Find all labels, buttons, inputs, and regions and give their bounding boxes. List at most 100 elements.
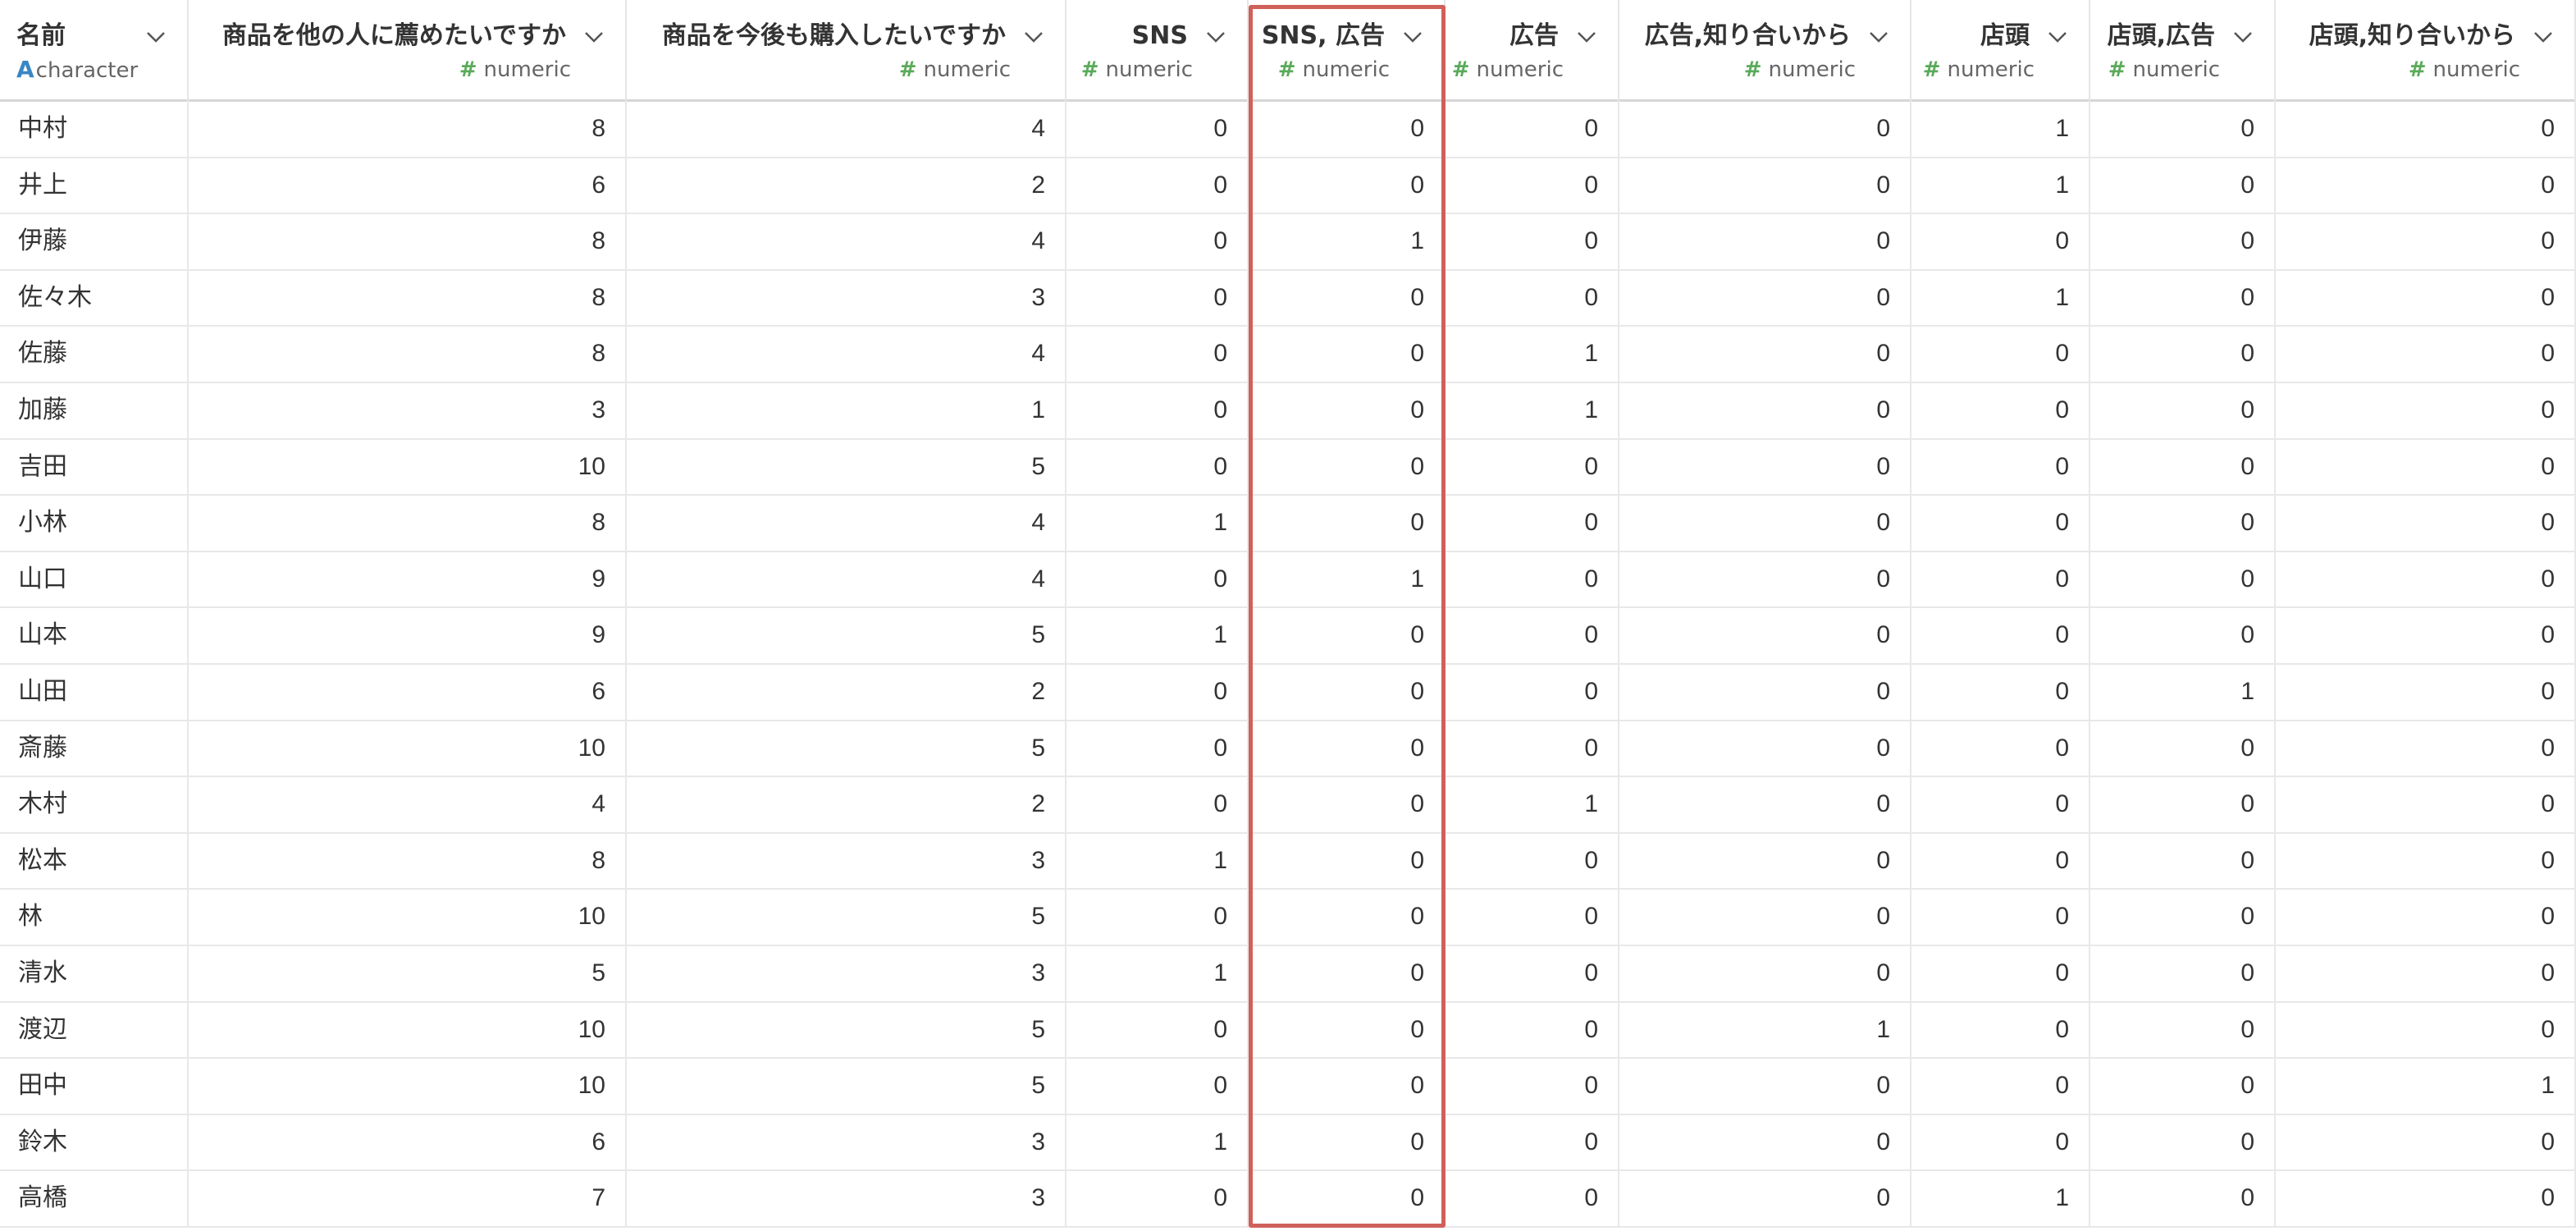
- value-cell[interactable]: 0: [1066, 777, 1249, 832]
- value-cell[interactable]: 0: [1066, 664, 1249, 720]
- value-cell[interactable]: 0: [1619, 1171, 1911, 1226]
- value-cell[interactable]: 1: [2276, 1059, 2576, 1114]
- value-cell[interactable]: 0: [2276, 721, 2576, 776]
- value-cell[interactable]: 0: [2090, 721, 2276, 776]
- value-cell[interactable]: 0: [1446, 1114, 1619, 1170]
- table-row[interactable]: 林 10 5 0 0 0 0 0 0 0: [0, 890, 2576, 946]
- value-cell[interactable]: 1: [1446, 382, 1619, 438]
- value-cell[interactable]: 10: [189, 721, 627, 776]
- name-cell[interactable]: 吉田: [0, 439, 189, 495]
- column-header-0[interactable]: 名前 Acharacter: [0, 0, 189, 102]
- value-cell[interactable]: 3: [627, 270, 1066, 326]
- value-cell[interactable]: 0: [1619, 270, 1911, 326]
- value-cell[interactable]: 0: [2090, 777, 2276, 832]
- value-cell[interactable]: 0: [2276, 214, 2576, 269]
- value-cell[interactable]: 0: [1619, 551, 1911, 607]
- value-cell[interactable]: 0: [1446, 1059, 1619, 1114]
- name-cell[interactable]: 佐藤: [0, 327, 189, 382]
- value-cell[interactable]: 0: [2276, 327, 2576, 382]
- value-cell[interactable]: 0: [1446, 496, 1619, 551]
- value-cell[interactable]: 0: [2090, 1171, 2276, 1226]
- chevron-down-icon[interactable]: [1017, 25, 1050, 49]
- value-cell[interactable]: 4: [189, 777, 627, 832]
- value-cell[interactable]: 5: [627, 1002, 1066, 1058]
- value-cell[interactable]: 0: [2276, 664, 2576, 720]
- value-cell[interactable]: 5: [627, 608, 1066, 663]
- value-cell[interactable]: 0: [2276, 1114, 2576, 1170]
- value-cell[interactable]: 0: [2090, 382, 2276, 438]
- value-cell[interactable]: 0: [2276, 1002, 2576, 1058]
- table-row[interactable]: 鈴木 6 3 1 0 0 0 0 0 0: [0, 1114, 2576, 1172]
- value-cell[interactable]: 0: [1619, 608, 1911, 663]
- value-cell[interactable]: 0: [1911, 496, 2090, 551]
- value-cell[interactable]: 0: [1619, 382, 1911, 438]
- value-cell[interactable]: 0: [1446, 608, 1619, 663]
- value-cell[interactable]: 0: [2090, 439, 2276, 495]
- name-cell[interactable]: 木村: [0, 777, 189, 832]
- value-cell[interactable]: 0: [1249, 1002, 1446, 1058]
- value-cell[interactable]: 1: [1446, 327, 1619, 382]
- value-cell[interactable]: 3: [627, 1114, 1066, 1170]
- value-cell[interactable]: 0: [2090, 214, 2276, 269]
- value-cell[interactable]: 1: [1911, 158, 2090, 213]
- value-cell[interactable]: 0: [1619, 777, 1911, 832]
- name-cell[interactable]: 渡辺: [0, 1002, 189, 1058]
- value-cell[interactable]: 1: [1911, 102, 2090, 157]
- value-cell[interactable]: 0: [1911, 664, 2090, 720]
- column-header-8[interactable]: 店頭,広告 # numeric: [2090, 0, 2276, 102]
- value-cell[interactable]: 0: [1249, 608, 1446, 663]
- name-cell[interactable]: 山本: [0, 608, 189, 663]
- table-row[interactable]: 佐藤 8 4 0 0 1 0 0 0 0: [0, 327, 2576, 383]
- table-row[interactable]: 吉田 10 5 0 0 0 0 0 0 0: [0, 439, 2576, 497]
- name-cell[interactable]: 田中: [0, 1059, 189, 1114]
- value-cell[interactable]: 1: [1911, 270, 2090, 326]
- value-cell[interactable]: 1: [1066, 945, 1249, 1001]
- value-cell[interactable]: 0: [1619, 721, 1911, 776]
- value-cell[interactable]: 1: [627, 382, 1066, 438]
- name-cell[interactable]: 高橋: [0, 1171, 189, 1226]
- chevron-down-icon[interactable]: [1199, 25, 1232, 49]
- value-cell[interactable]: 0: [1249, 945, 1446, 1001]
- value-cell[interactable]: 0: [2276, 496, 2576, 551]
- value-cell[interactable]: 5: [627, 721, 1066, 776]
- value-cell[interactable]: 0: [1911, 327, 2090, 382]
- value-cell[interactable]: 0: [1249, 833, 1446, 889]
- value-cell[interactable]: 4: [627, 102, 1066, 157]
- value-cell[interactable]: 0: [1249, 496, 1446, 551]
- value-cell[interactable]: 5: [627, 890, 1066, 945]
- value-cell[interactable]: 0: [1066, 439, 1249, 495]
- value-cell[interactable]: 0: [2276, 439, 2576, 495]
- column-header-3[interactable]: SNS # numeric: [1066, 0, 1249, 102]
- value-cell[interactable]: 0: [2276, 608, 2576, 663]
- value-cell[interactable]: 0: [1249, 1114, 1446, 1170]
- value-cell[interactable]: 0: [1249, 327, 1446, 382]
- value-cell[interactable]: 0: [1446, 833, 1619, 889]
- value-cell[interactable]: 0: [2090, 945, 2276, 1001]
- value-cell[interactable]: 1: [1249, 551, 1446, 607]
- value-cell[interactable]: 8: [189, 270, 627, 326]
- value-cell[interactable]: 0: [1446, 439, 1619, 495]
- value-cell[interactable]: 8: [189, 496, 627, 551]
- value-cell[interactable]: 0: [1446, 1002, 1619, 1058]
- value-cell[interactable]: 0: [1911, 608, 2090, 663]
- value-cell[interactable]: 0: [1066, 214, 1249, 269]
- chevron-down-icon[interactable]: [1862, 25, 1895, 49]
- value-cell[interactable]: 0: [1619, 1114, 1911, 1170]
- value-cell[interactable]: 0: [1619, 214, 1911, 269]
- value-cell[interactable]: 8: [189, 102, 627, 157]
- chevron-down-icon[interactable]: [2527, 25, 2560, 49]
- value-cell[interactable]: 1: [2090, 664, 2276, 720]
- value-cell[interactable]: 0: [1249, 270, 1446, 326]
- name-cell[interactable]: 清水: [0, 945, 189, 1001]
- value-cell[interactable]: 2: [627, 777, 1066, 832]
- column-header-9[interactable]: 店頭,知り合いから # numeric: [2276, 0, 2576, 102]
- name-cell[interactable]: 中村: [0, 102, 189, 157]
- value-cell[interactable]: 0: [1446, 721, 1619, 776]
- table-row[interactable]: 井上 6 2 0 0 0 0 1 0 0: [0, 158, 2576, 215]
- value-cell[interactable]: 0: [2090, 327, 2276, 382]
- value-cell[interactable]: 0: [2276, 1171, 2576, 1226]
- value-cell[interactable]: 0: [1249, 158, 1446, 213]
- value-cell[interactable]: 0: [1066, 1059, 1249, 1114]
- name-cell[interactable]: 林: [0, 890, 189, 945]
- value-cell[interactable]: 0: [1066, 158, 1249, 213]
